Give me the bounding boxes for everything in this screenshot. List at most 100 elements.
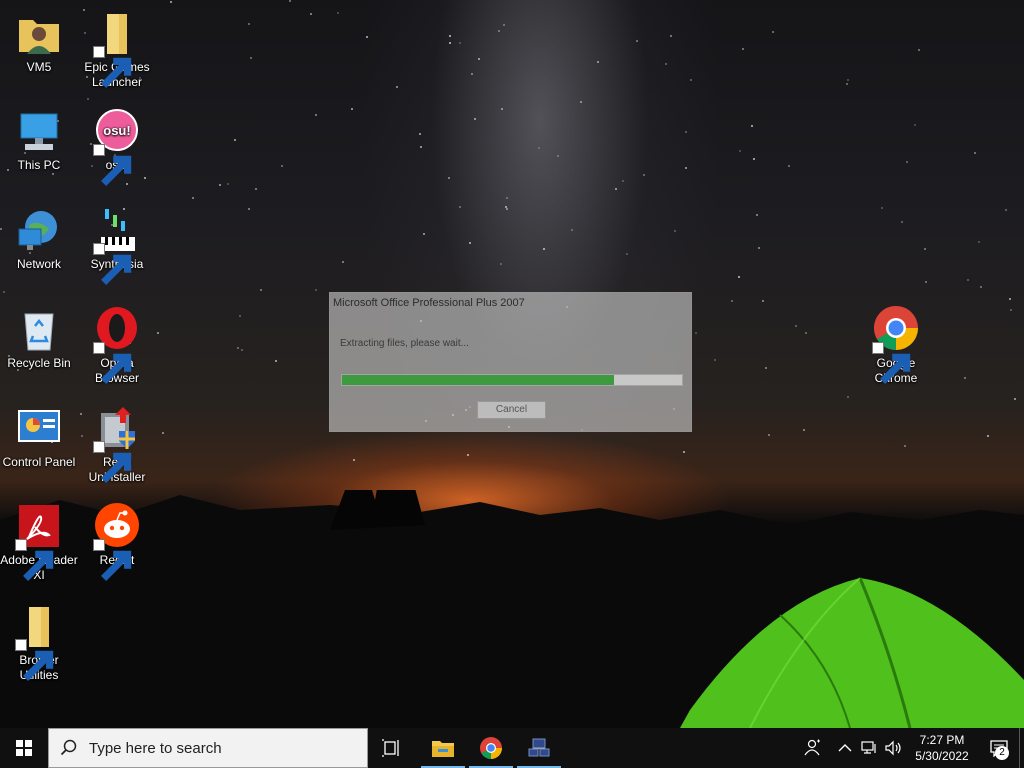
star [237,347,239,349]
svg-text:osu!: osu! [103,123,130,138]
network-app-icon [528,738,550,757]
volume-icon[interactable] [881,728,905,768]
file-explorer-icon [432,741,454,757]
taskbar-file-explorer[interactable] [419,728,467,768]
desktop-icon-adobe-reader[interactable]: Adobe Reader XI [0,503,78,583]
taskbar-clock[interactable]: 7:27 PM 5/30/2022 [905,732,979,764]
star [501,108,503,110]
star [459,42,461,44]
search-placeholder: Type here to search [89,739,222,757]
star [1010,309,1012,311]
desktop-icon-control-panel[interactable]: Control Panel [0,405,78,470]
star [449,42,451,44]
notification-count-badge: 2 [995,746,1009,760]
desktop-icon-label: This PC [17,158,61,172]
star [255,188,257,190]
show-desktop-button[interactable] [1019,728,1024,768]
desktop-icon-vm5[interactable]: VM5 [0,10,78,75]
star [768,434,770,436]
star [469,242,471,244]
star [315,114,317,116]
star [538,147,540,149]
star [157,332,159,334]
taskbar-search-box[interactable]: Type here to search [48,728,368,768]
star [423,233,425,235]
star [762,300,764,302]
star [904,445,906,447]
star [342,261,344,263]
clock-date: 5/30/2022 [915,749,969,763]
reddit-icon [93,503,141,581]
shortcut-arrow-icon [93,342,132,384]
star [881,207,883,209]
desktop-icon-recycle-bin[interactable]: Recycle Bin [0,306,78,371]
star [420,146,422,148]
task-view-icon [382,739,399,757]
user-folder-icon [15,10,63,58]
desktop-icon-network[interactable]: Network [0,207,78,272]
network-status-icon[interactable] [857,728,881,768]
action-center-button[interactable]: 2 [979,728,1019,768]
taskbar: Type here to search 7:27 PM 5/30/2022 2 [0,728,1024,768]
star [1005,209,1007,211]
star [260,289,262,291]
desktop-icon-google-chrome[interactable]: Google Chrome [857,306,935,386]
star [448,177,450,179]
tent-image [680,577,1024,728]
star [964,377,966,379]
star [506,208,508,210]
star [227,183,229,185]
recycle-bin-icon [15,306,63,354]
taskbar-network-app[interactable] [515,728,563,768]
folder-shortcut-icon [15,603,63,681]
star [980,286,982,288]
star [170,1,172,3]
star [275,360,277,362]
shortcut-arrow-icon [93,46,132,88]
star [987,435,989,437]
star [597,61,599,63]
shortcut-arrow-icon [15,639,54,681]
star [805,332,807,334]
desktop-icon-revo-uninstaller[interactable]: Revo Uninstaller [78,405,156,485]
system-tray: 7:27 PM 5/30/2022 2 [793,728,1024,768]
star [731,300,733,302]
star [315,289,317,291]
star [234,139,236,141]
star [803,429,805,431]
desktop-icon-osu[interactable]: osu! osu! [78,108,156,186]
star [974,152,976,154]
task-view-button[interactable] [368,728,416,768]
star [685,131,687,133]
desktop-icon-epic-games[interactable]: Epic Games Launcher [78,10,156,90]
desktop-icon-opera[interactable]: Opera Browser [78,306,156,386]
star [471,73,473,75]
start-button[interactable] [0,728,48,768]
star [846,83,848,85]
desktop-icon-brother-utilities[interactable]: Brother Utilities [0,603,78,683]
star [847,396,849,398]
star [690,79,692,81]
cancel-button[interactable]: Cancel [477,401,546,419]
star [241,349,243,351]
desktop-icon-synthesia[interactable]: Synthesia [78,207,156,285]
chevron-up-icon[interactable] [833,728,857,768]
taskbar-chrome[interactable] [467,728,515,768]
star [248,23,250,25]
star [978,241,980,243]
star [250,57,252,59]
desktop-icon-reddit[interactable]: Reddit [78,503,156,581]
star [506,197,508,199]
people-icon[interactable] [793,728,833,768]
synthesia-icon [93,207,141,285]
star [765,367,767,369]
star [924,248,926,250]
desktop-icon-label: Control Panel [2,455,76,469]
desktop-icon-this-pc[interactable]: This PC [0,108,78,173]
osu-icon: osu! [93,108,141,186]
star [1014,398,1016,400]
star [772,31,774,33]
star [498,30,500,32]
star [615,188,617,190]
chrome-icon [480,737,502,759]
